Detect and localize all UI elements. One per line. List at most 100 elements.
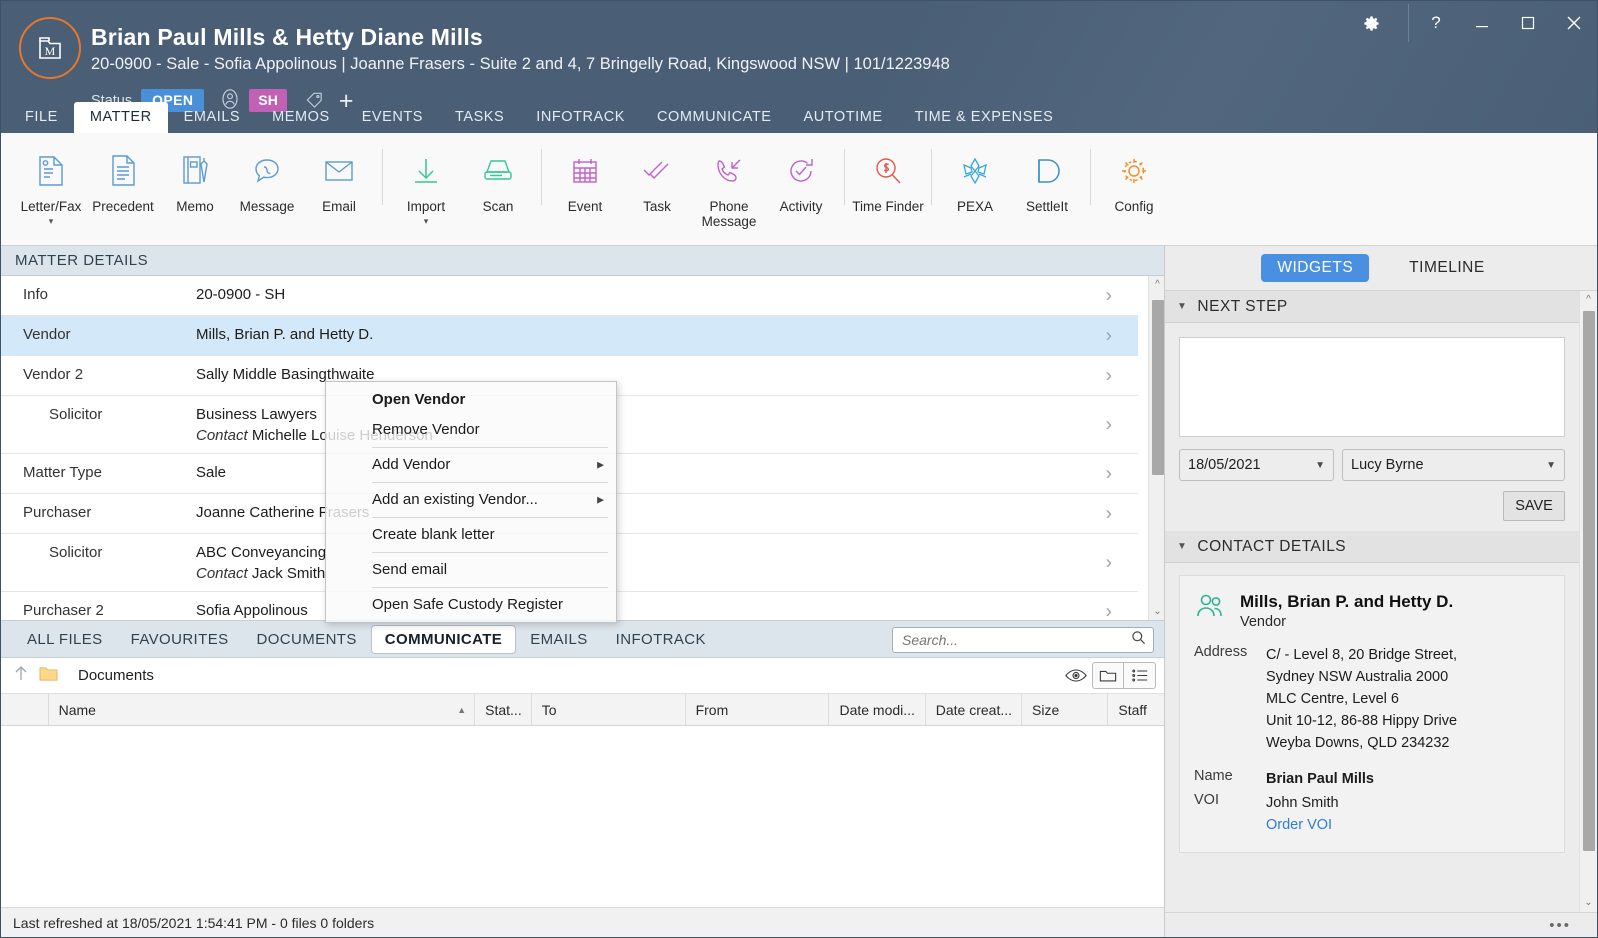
chevron-down-icon[interactable]: ▼ [1315,460,1325,471]
collapse-triangle-icon[interactable]: ▼ [1177,301,1187,312]
column-staff[interactable]: Staff [1108,694,1166,725]
preview-eye-icon[interactable] [1060,662,1092,689]
next-step-staff-select[interactable]: Lucy Byrne ▼ [1342,449,1565,481]
chevron-right-icon[interactable]: › [1106,286,1112,305]
chevron-right-icon: ▶ [597,459,604,470]
ribbon-settleit[interactable]: SettleIt [1011,145,1083,214]
settings-gear-icon[interactable] [1348,1,1394,45]
minimize-icon[interactable] [1459,1,1505,45]
tab-timeline[interactable]: TIMELINE [1393,254,1500,282]
column-from[interactable]: From [686,694,830,725]
ribbon-config[interactable]: Config [1098,145,1170,214]
address-label: Address [1194,644,1248,660]
ribbon-time-finder[interactable]: Time Finder [852,145,924,214]
next-step-note-input[interactable] [1179,337,1565,437]
ribbon-activity[interactable]: Activity [765,145,837,214]
tab-matter[interactable]: MATTER [73,102,168,133]
save-button[interactable]: SAVE [1503,491,1565,521]
ribbon-event[interactable]: Event [549,145,621,214]
chevron-right-icon[interactable]: › [1106,602,1112,620]
context-menu-item-send-email[interactable]: Send email [326,555,616,585]
tab-infotrack[interactable]: INFOTRACK [520,102,641,133]
next-step-section-header[interactable]: ▼ NEXT STEP [1165,291,1579,323]
folder-view-button[interactable] [1092,662,1124,689]
tab-widgets[interactable]: WIDGETS [1261,254,1370,282]
address-line: C/ - Level 8, 20 Bridge Street, [1266,647,1458,663]
ribbon-task[interactable]: Task [621,145,693,214]
context-menu-item-add-vendor[interactable]: Add Vendor ▶ [326,450,616,480]
chevron-right-icon[interactable]: › [1106,553,1112,572]
chevron-down-icon[interactable]: ▼ [1546,460,1556,471]
help-icon[interactable]: ? [1413,1,1459,45]
chevron-down-icon[interactable]: ▾ [49,216,54,226]
ribbon-precedent[interactable]: Precedent [87,145,159,214]
context-menu[interactable]: Open Vendor Remove Vendor Add Vendor ▶ A… [325,381,617,623]
close-icon[interactable] [1551,1,1597,45]
ribbon-email[interactable]: Email [303,145,375,214]
title-header: ? M Brian Paul Mills & Hetty Diane Mills… [1,1,1597,133]
next-step-date-select[interactable]: 18/05/2021 ▼ [1179,449,1334,481]
column-to[interactable]: To [532,694,686,725]
order-voi-link[interactable]: Order VOI [1266,814,1550,836]
scroll-up-icon[interactable]: ^ [1580,291,1597,308]
ribbon-phone-message[interactable]: Phone Message [693,145,765,229]
column-date-modified[interactable]: Date modi... [829,694,926,725]
right-panel-scrollbar[interactable]: ^ ⌄ [1579,291,1597,937]
scroll-down-icon[interactable]: ⌄ [1580,894,1597,911]
file-tab-infotrack[interactable]: INFOTRACK [602,625,720,654]
column-date-created[interactable]: Date creat... [926,694,1023,725]
context-menu-divider [372,552,608,553]
navigate-up-icon[interactable] [13,664,29,687]
ribbon-message[interactable]: Message [231,145,303,214]
file-tab-communicate[interactable]: COMMUNICATE [370,624,517,654]
contact-details-section-header[interactable]: ▼ CONTACT DETAILS [1165,531,1579,563]
search-icon[interactable] [1131,630,1146,650]
column-size[interactable]: Size [1022,694,1109,725]
ribbon-letter-fax[interactable]: Letter/Fax ▾ [15,145,87,226]
ribbon-memo[interactable]: Memo [159,145,231,214]
chevron-down-icon[interactable]: ▾ [424,216,429,226]
column-name[interactable]: Name ▲ [49,694,476,725]
column-select [1,694,49,725]
svg-text:M: M [45,44,56,58]
context-menu-item-remove-vendor[interactable]: Remove Vendor [326,415,616,445]
file-tab-emails[interactable]: EMAILS [516,625,601,654]
file-tab-favourites[interactable]: FAVOURITES [117,625,243,654]
context-menu-item-open-vendor[interactable]: Open Vendor [326,385,616,415]
tab-autotime[interactable]: AUTOTIME [788,102,899,133]
scrollbar-thumb[interactable] [1152,300,1164,475]
tab-tasks[interactable]: TASKS [439,102,520,133]
file-path-bar: Documents [1,658,1166,694]
page-title: Brian Paul Mills & Hetty Diane Mills [91,24,483,50]
chevron-right-icon[interactable]: › [1106,464,1112,483]
tab-communicate[interactable]: COMMUNICATE [641,102,788,133]
search-input[interactable] [900,631,1131,649]
chevron-right-icon[interactable]: › [1106,366,1112,385]
chevron-right-icon[interactable]: › [1106,504,1112,523]
file-tab-documents[interactable]: DOCUMENTS [243,625,371,654]
ribbon-pexa[interactable]: PEXA [939,145,1011,214]
tab-memos[interactable]: MEMOS [256,102,346,133]
scrollbar-thumb[interactable] [1583,311,1595,851]
collapse-triangle-icon[interactable]: ▼ [1177,541,1187,552]
context-menu-item-add-existing-vendor[interactable]: Add an existing Vendor... ▶ [326,485,616,515]
tab-emails[interactable]: EMAILS [168,102,257,133]
table-row[interactable]: Info 20-0900 - SH › [1,276,1138,316]
ribbon-scan[interactable]: Scan [462,145,534,214]
file-tab-all-files[interactable]: ALL FILES [13,625,117,654]
column-status[interactable]: Stat... [475,694,532,725]
maximize-icon[interactable] [1505,1,1551,45]
tab-time-expenses[interactable]: TIME & EXPENSES [899,102,1070,133]
context-menu-item-open-safe-custody-register[interactable]: Open Safe Custody Register [326,590,616,620]
chevron-right-icon[interactable]: › [1106,326,1112,345]
chevron-right-icon[interactable]: › [1106,415,1112,434]
search-box[interactable] [892,627,1154,653]
table-row[interactable]: Vendor Mills, Brian P. and Hetty D. › [1,316,1138,356]
context-menu-item-create-blank-letter[interactable]: Create blank letter [326,520,616,550]
overflow-menu-icon[interactable]: ••• [1549,917,1571,934]
tab-file[interactable]: FILE [9,102,74,133]
tab-events[interactable]: EVENTS [346,102,439,133]
ribbon-tab-strip: FILE MATTER EMAILS MEMOS EVENTS TASKS IN… [1,100,1597,133]
list-view-button[interactable] [1124,662,1156,689]
ribbon-import[interactable]: Import ▾ [390,145,462,226]
